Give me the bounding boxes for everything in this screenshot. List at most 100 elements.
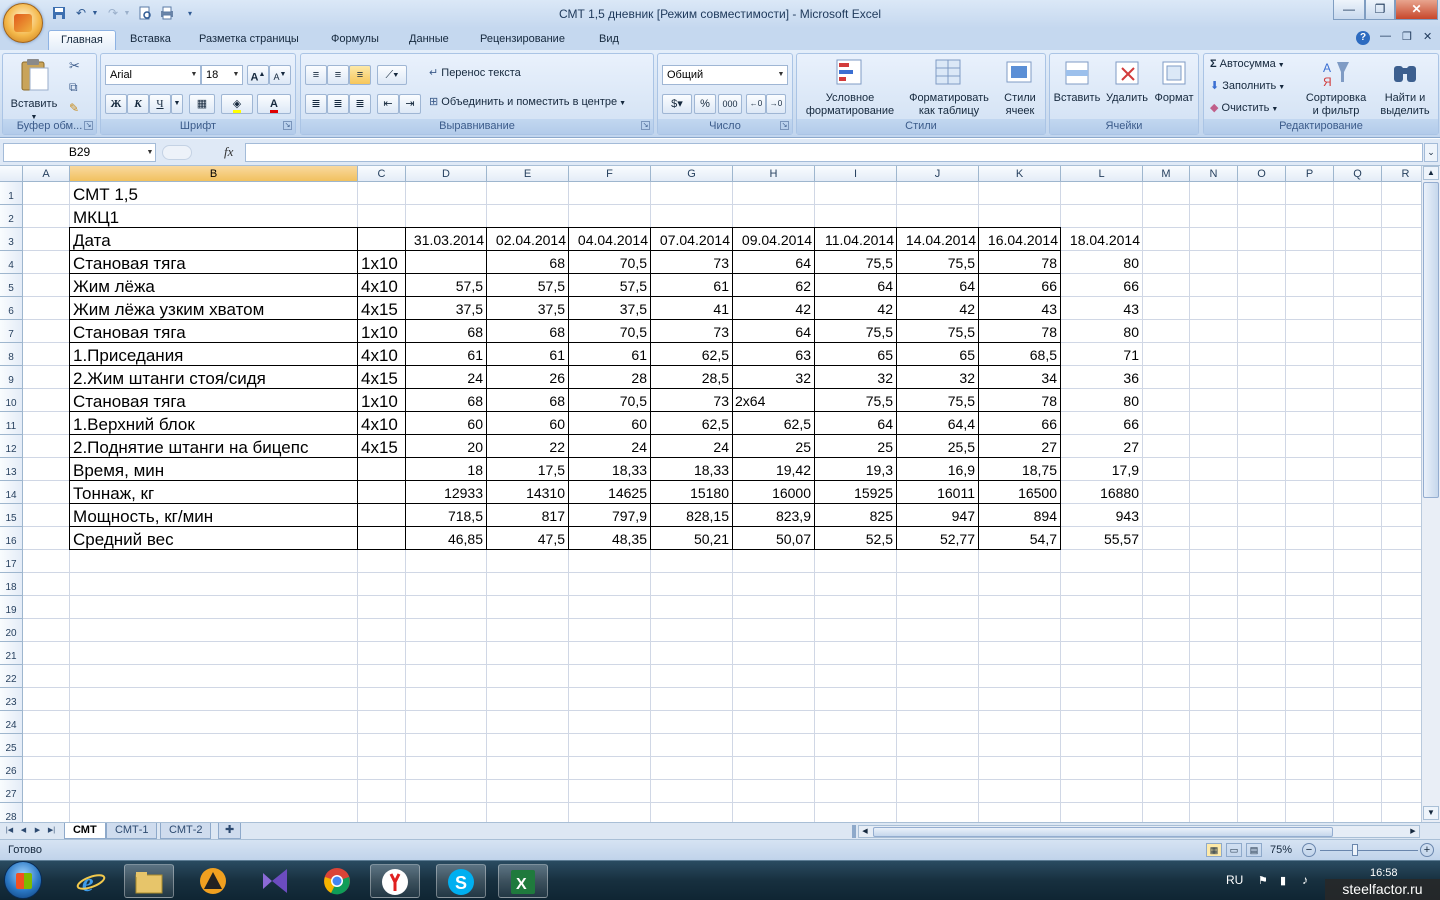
- cell-value[interactable]: 2x64: [733, 389, 814, 411]
- cell-value[interactable]: 19,42: [733, 458, 814, 480]
- row-header-22[interactable]: 22: [0, 665, 23, 688]
- merge-center-button[interactable]: ⊞ Объединить и поместить в центре ▼: [429, 96, 626, 114]
- number-format-select[interactable]: Общий ▼: [662, 65, 788, 85]
- column-header-a[interactable]: A: [23, 166, 70, 182]
- cell-value[interactable]: 18: [406, 458, 486, 480]
- tray-volume-icon[interactable]: ♪: [1302, 873, 1308, 887]
- cell-value[interactable]: 37,5: [406, 297, 486, 319]
- alignment-launcher-icon[interactable]: ↘: [641, 121, 650, 130]
- cell-sets[interactable]: 4x10: [358, 343, 405, 365]
- row-header-16[interactable]: 16: [0, 527, 23, 550]
- cell-value[interactable]: 24: [569, 435, 650, 457]
- cell-value[interactable]: 62,5: [733, 412, 814, 434]
- name-box-dropdown-icon[interactable]: ▼: [144, 143, 156, 162]
- zoom-slider-track[interactable]: [1320, 850, 1418, 851]
- cell-value[interactable]: 718,5: [406, 504, 486, 526]
- cell-exercise[interactable]: Тоннаж, кг: [70, 481, 357, 503]
- cell-value[interactable]: 66: [979, 274, 1060, 296]
- font-name-select[interactable]: Arial ▼: [105, 65, 201, 85]
- cell-value[interactable]: 60: [406, 412, 486, 434]
- undo-dropdown-icon[interactable]: ▼: [90, 5, 100, 22]
- cell-value[interactable]: 27: [1061, 435, 1142, 457]
- cell-value[interactable]: 63: [733, 343, 814, 365]
- visual-studio-icon[interactable]: [250, 864, 300, 898]
- cell-value[interactable]: 66: [1061, 412, 1142, 434]
- scroll-up-icon[interactable]: ▲: [1423, 166, 1439, 180]
- paste-button[interactable]: Вставить ▼: [7, 58, 61, 121]
- cell-value[interactable]: 75,5: [815, 251, 896, 273]
- cell-value[interactable]: 25: [733, 435, 814, 457]
- tab-insert[interactable]: Вставка: [118, 30, 183, 50]
- cell-sets[interactable]: [358, 481, 405, 503]
- cell-value[interactable]: 43: [979, 297, 1060, 319]
- cell-sets[interactable]: 4x15: [358, 297, 405, 319]
- cell-value[interactable]: 24: [406, 366, 486, 388]
- cell-value[interactable]: 71: [1061, 343, 1142, 365]
- cell-exercise[interactable]: Становая тяга: [70, 389, 357, 411]
- file-explorer-icon[interactable]: [124, 864, 174, 898]
- column-header-f[interactable]: F: [569, 166, 651, 182]
- help-icon[interactable]: ?: [1356, 31, 1370, 45]
- thousands-button[interactable]: 000: [718, 94, 742, 114]
- sheet-tab-smt[interactable]: СМТ: [64, 823, 106, 839]
- cell-value[interactable]: 68: [406, 320, 486, 342]
- cell-value[interactable]: 41: [651, 297, 732, 319]
- cell-value[interactable]: 25: [815, 435, 896, 457]
- language-indicator[interactable]: RU: [1226, 873, 1243, 887]
- align-center-button[interactable]: ≣: [327, 94, 349, 114]
- cell-exercise[interactable]: 2.Жим штанги стоя/сидя: [70, 366, 357, 388]
- column-header-b[interactable]: B: [70, 166, 358, 182]
- tray-flag-icon[interactable]: ⚑: [1258, 874, 1268, 887]
- column-header-k[interactable]: K: [979, 166, 1061, 182]
- cell-value[interactable]: 943: [1061, 504, 1142, 526]
- cell-value[interactable]: 47,5: [487, 527, 568, 549]
- cell-date[interactable]: 07.04.2014: [651, 228, 732, 250]
- sort-filter-button[interactable]: АЯ Сортировка и фильтр: [1300, 58, 1372, 120]
- cell-value[interactable]: 42: [815, 297, 896, 319]
- cell-exercise[interactable]: Становая тяга: [70, 251, 357, 273]
- vertical-scrollbar[interactable]: ▲ ▼: [1421, 166, 1440, 822]
- cell-value[interactable]: 75,5: [897, 251, 978, 273]
- cell-value[interactable]: 57,5: [406, 274, 486, 296]
- cell-value[interactable]: 75,5: [815, 320, 896, 342]
- close-button[interactable]: ✕: [1395, 0, 1438, 20]
- horizontal-scroll-thumb[interactable]: [873, 827, 1333, 837]
- cell-value[interactable]: 60: [569, 412, 650, 434]
- clock[interactable]: 16:58: [1370, 867, 1398, 879]
- cell-value[interactable]: 28: [569, 366, 650, 388]
- cell-value[interactable]: 828,15: [651, 504, 732, 526]
- cell-value[interactable]: 42: [733, 297, 814, 319]
- cell-value[interactable]: 825: [815, 504, 896, 526]
- cell-value[interactable]: 68: [487, 320, 568, 342]
- cell-value[interactable]: 60: [487, 412, 568, 434]
- align-left-button[interactable]: ≣: [305, 94, 327, 114]
- cell-value[interactable]: 14625: [569, 481, 650, 503]
- cell-value[interactable]: 62: [733, 274, 814, 296]
- cell-value[interactable]: 61: [651, 274, 732, 296]
- cell-value[interactable]: 70,5: [569, 251, 650, 273]
- tab-view[interactable]: Вид: [587, 30, 631, 50]
- excel-taskbar-icon[interactable]: X: [498, 864, 548, 898]
- sheet-tab-smt-2[interactable]: СМТ-2: [160, 823, 212, 839]
- cell-value[interactable]: 16880: [1061, 481, 1142, 503]
- cell-value[interactable]: 15925: [815, 481, 896, 503]
- row-header-21[interactable]: 21: [0, 642, 23, 665]
- fill-color-button[interactable]: ◈: [221, 94, 253, 114]
- cell-value[interactable]: 64: [733, 320, 814, 342]
- cell-value[interactable]: 43: [1061, 297, 1142, 319]
- percent-button[interactable]: %: [694, 94, 716, 114]
- format-painter-icon[interactable]: ✎: [69, 101, 79, 115]
- cell-value[interactable]: 64: [897, 274, 978, 296]
- minimize-button[interactable]: —: [1333, 0, 1365, 20]
- cell-value[interactable]: 64: [815, 412, 896, 434]
- column-header-o[interactable]: O: [1238, 166, 1286, 182]
- row-header-4[interactable]: 4: [0, 251, 23, 274]
- cell-value[interactable]: 52,77: [897, 527, 978, 549]
- cell-value[interactable]: 28,5: [651, 366, 732, 388]
- row-header-19[interactable]: 19: [0, 596, 23, 619]
- sheet-tab-smt-1[interactable]: СМТ-1: [106, 823, 158, 839]
- cell-value[interactable]: 42: [897, 297, 978, 319]
- row-header-27[interactable]: 27: [0, 780, 23, 803]
- row-header-12[interactable]: 12: [0, 435, 23, 458]
- cell-title[interactable]: СМТ 1,5: [70, 182, 470, 204]
